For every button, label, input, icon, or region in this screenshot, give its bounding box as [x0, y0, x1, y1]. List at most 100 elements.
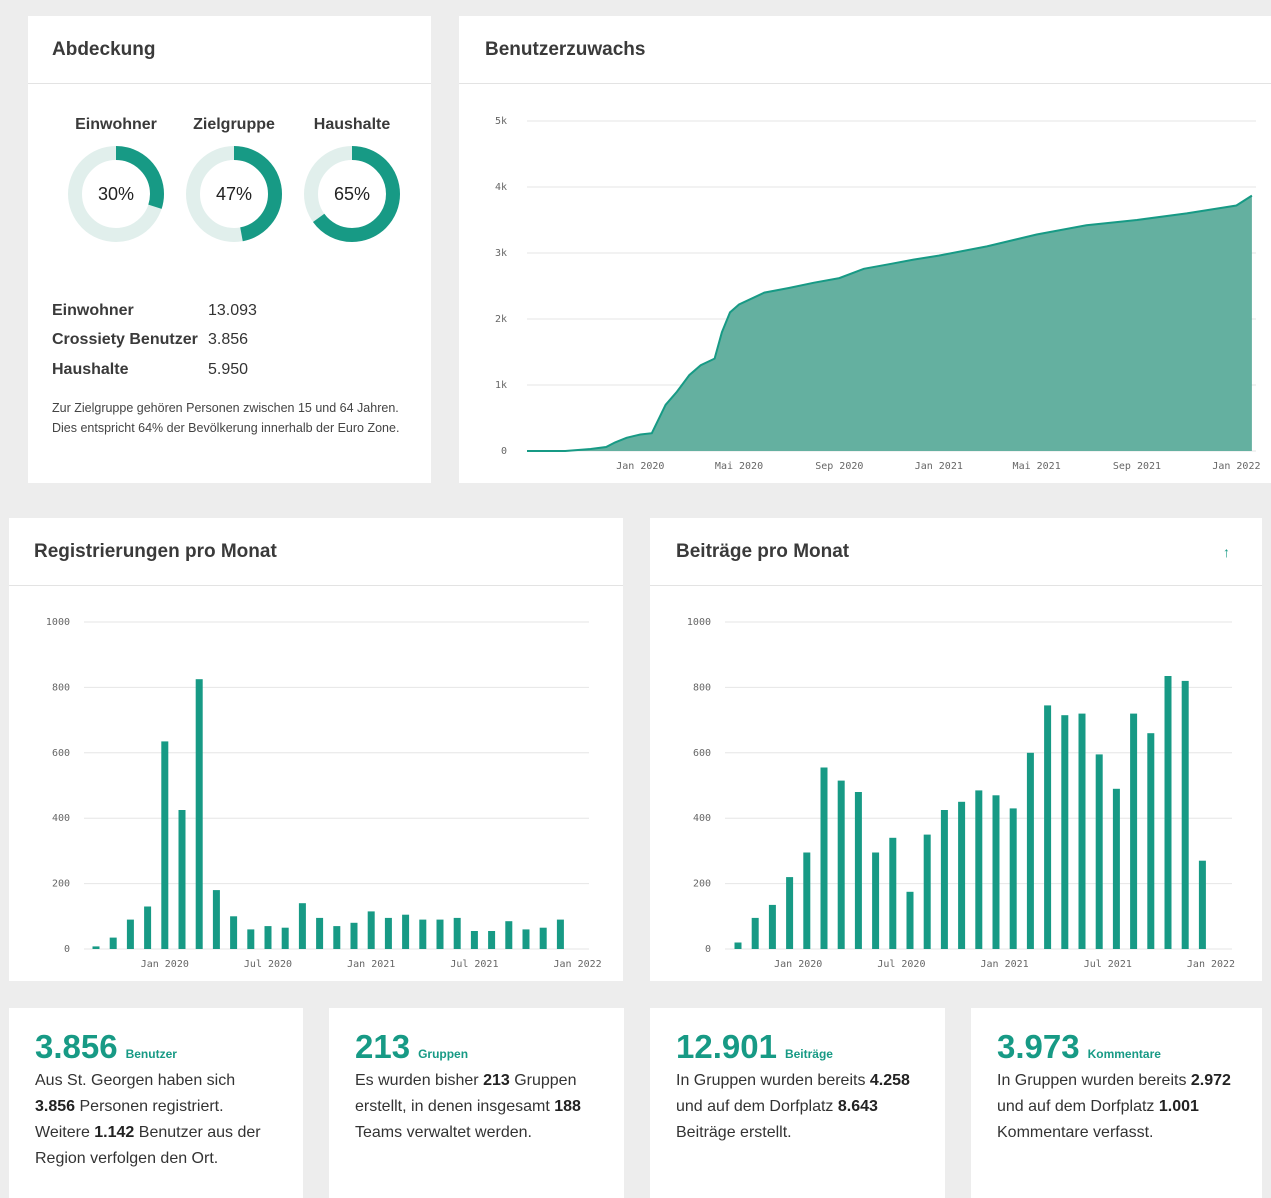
- registrations-title: Registrierungen pro Monat: [34, 540, 277, 562]
- stats-table: Einwohner 13.093 Crossiety Benutzer 3.85…: [52, 296, 257, 385]
- bar: [958, 801, 966, 949]
- bar: [539, 927, 547, 949]
- kpi-card-groups: 213 Gruppen Es wurden bisher 213 Gruppen …: [329, 1008, 624, 1198]
- bar: [1130, 713, 1138, 949]
- kpi-text: In Gruppen wurden bereits 2.972 und auf …: [997, 1072, 1231, 1141]
- x-tick-label: Sep 2020: [815, 461, 863, 472]
- y-tick-label: 3k: [495, 248, 507, 259]
- y-tick-label: 2k: [495, 314, 507, 325]
- kpi-unit: Beiträge: [784, 1047, 833, 1061]
- stats-key: Einwohner: [52, 301, 134, 319]
- kpi-unit: Kommentare: [1087, 1047, 1161, 1061]
- y-tick-label: 600: [693, 748, 711, 759]
- posts-title: Beiträge pro Monat: [676, 540, 850, 562]
- bar: [786, 877, 794, 949]
- stats-value: 13.093: [208, 301, 257, 319]
- growth-chart: 0 1k 2k 3k 4k 5k Jan 2020 Mai 2020 Sep 2020 Jan 2…: [495, 116, 1261, 472]
- bar: [1147, 733, 1155, 949]
- bar: [488, 931, 496, 949]
- bar: [178, 810, 186, 949]
- x-tick-label: Mai 2021: [1013, 461, 1061, 472]
- posts-card: Beiträge pro Monat ↑ 0 200 400 600 800 1000 Ja…: [650, 518, 1262, 981]
- kpi-unit: Gruppen: [418, 1047, 469, 1061]
- kpi-card-comments: 3.973 Kommentare In Gruppen wurden bereit…: [971, 1008, 1262, 1198]
- x-tick-label: Jan 2022: [1212, 461, 1260, 472]
- bar: [768, 904, 776, 949]
- stats-key: Crossiety Benutzer: [52, 331, 198, 349]
- y-tick-label: 200: [52, 879, 70, 890]
- x-tick-label: Jan 2020: [774, 959, 822, 970]
- x-tick-label: Jan 2021: [915, 461, 963, 472]
- bar: [281, 927, 289, 949]
- growth-title: Benutzerzuwachs: [485, 38, 646, 60]
- bar: [1078, 713, 1086, 949]
- bar: [1164, 676, 1172, 949]
- x-tick-label: Jul 2020: [244, 959, 292, 970]
- bar: [556, 919, 564, 949]
- y-tick-label: 0: [501, 446, 507, 457]
- bar: [195, 679, 203, 949]
- bar: [923, 834, 931, 949]
- x-tick-label: Jan 2021: [981, 959, 1029, 970]
- bar: [522, 929, 530, 949]
- y-tick-label: 4k: [495, 182, 507, 193]
- stats-key: Haushalte: [52, 360, 129, 378]
- stats-row: Einwohner 13.093: [52, 296, 257, 326]
- y-tick-label: 1000: [46, 617, 70, 628]
- area-fill: [527, 195, 1252, 451]
- bar: [264, 926, 272, 949]
- bar: [470, 931, 478, 949]
- bar: [1009, 808, 1017, 949]
- bar: [734, 942, 742, 949]
- donut-percent: 47%: [216, 184, 252, 204]
- y-tick-label: 400: [52, 813, 70, 824]
- registrations-header: Registrierungen pro Monat: [9, 518, 623, 586]
- arrow-up-icon[interactable]: ↑: [1223, 544, 1230, 560]
- bar: [1198, 860, 1206, 949]
- x-tick-label: Jan 2022: [554, 959, 602, 970]
- donut-label: Haushalte: [313, 116, 391, 133]
- bar: [367, 911, 375, 949]
- bar: [230, 916, 238, 949]
- x-tick-label: Jan 2022: [1187, 959, 1235, 970]
- donut-percent: 65%: [334, 184, 370, 204]
- bar: [92, 946, 100, 949]
- donut-chart: 65%: [304, 146, 400, 242]
- x-tick-label: Jul 2021: [450, 959, 498, 970]
- bar: [402, 914, 410, 949]
- bar: [1026, 752, 1034, 949]
- y-tick-label: 400: [693, 813, 711, 824]
- coverage-header: Abdeckung: [28, 16, 431, 84]
- bar: [505, 921, 513, 949]
- stats-row: Haushalte 5.950: [52, 355, 257, 385]
- y-tick-label: 0: [64, 944, 70, 955]
- kpi-unit: Benutzer: [125, 1047, 177, 1061]
- bar: [854, 792, 862, 949]
- registrations-card: Registrierungen pro Monat 0 200 400 600 800 1…: [9, 518, 623, 981]
- y-tick-label: 5k: [495, 116, 507, 127]
- x-tick-label: Mai 2020: [715, 461, 763, 472]
- bar: [212, 890, 220, 949]
- bar: [1181, 680, 1189, 949]
- donut-chart: 30%: [68, 146, 164, 242]
- bar: [751, 917, 759, 949]
- y-tick-label: 1000: [687, 617, 711, 628]
- kpi-text: In Gruppen wurden bereits 4.258 und auf …: [676, 1072, 910, 1141]
- growth-header: Benutzerzuwachs: [459, 16, 1271, 84]
- bar: [940, 810, 948, 949]
- x-tick-label: Jul 2021: [1084, 959, 1132, 970]
- bar: [247, 929, 255, 949]
- growth-card: Benutzerzuwachs 0 1k 2k 3k 4k 5k Jan 2020 Mai 2…: [459, 16, 1271, 483]
- donut-haushalte: Haushalte 65%: [304, 116, 400, 242]
- donut-label: Zielgruppe: [193, 116, 275, 133]
- bar: [1061, 715, 1069, 949]
- x-tick-label: Jul 2020: [877, 959, 925, 970]
- bar: [144, 906, 152, 949]
- donut-percent: 30%: [98, 184, 134, 204]
- bar: [837, 780, 845, 949]
- bar: [109, 937, 117, 949]
- y-tick-label: 0: [705, 944, 711, 955]
- kpi-value: 3.973: [997, 1028, 1080, 1065]
- y-tick-label: 200: [693, 879, 711, 890]
- x-tick-label: Jan 2021: [347, 959, 395, 970]
